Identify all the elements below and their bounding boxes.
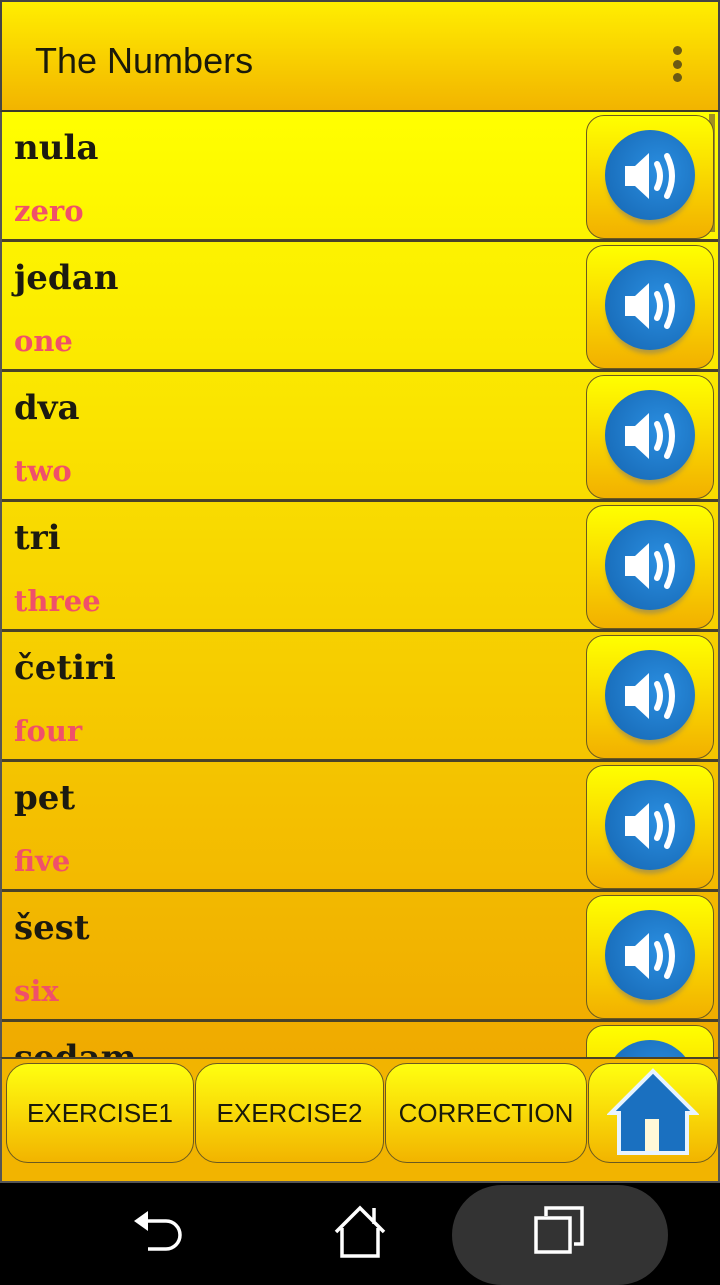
play-audio-button[interactable] — [586, 115, 714, 239]
english-translation: one — [14, 324, 73, 358]
list-item[interactable]: četiri four — [2, 632, 718, 762]
correction-button[interactable]: CORRECTION — [385, 1063, 587, 1163]
home-outline-icon — [334, 1205, 386, 1258]
speaker-icon — [625, 413, 675, 459]
croatian-word: pet — [14, 778, 76, 818]
speaker-icon — [625, 933, 675, 979]
list-item[interactable]: tri three — [2, 502, 718, 632]
english-translation: four — [14, 714, 83, 748]
list-item[interactable]: sedam — [2, 1022, 718, 1057]
list-item[interactable]: jedan one — [2, 242, 718, 372]
croatian-word: tri — [14, 518, 61, 558]
english-translation: two — [14, 454, 72, 488]
home-icon — [607, 1068, 699, 1155]
play-audio-button[interactable] — [586, 375, 714, 499]
bottom-toolbar: EXERCISE1 EXERCISE2 CORRECTION — [0, 1057, 720, 1183]
play-audio-button[interactable] — [586, 505, 714, 629]
speaker-icon — [625, 543, 675, 589]
list-item[interactable]: pet five — [2, 762, 718, 892]
play-audio-button[interactable] — [586, 245, 714, 369]
croatian-word: sedam — [14, 1038, 137, 1057]
recents-icon — [534, 1205, 584, 1254]
app-bar: The Numbers — [0, 0, 720, 112]
list-item[interactable]: šest six — [2, 892, 718, 1022]
home-nav-button[interactable] — [320, 1183, 400, 1280]
english-translation: six — [14, 974, 59, 1008]
croatian-word: dva — [14, 388, 80, 428]
english-translation: zero — [14, 194, 84, 228]
list-item[interactable]: nula zero — [2, 112, 718, 242]
page-title: The Numbers — [35, 40, 254, 81]
speaker-icon — [605, 1046, 695, 1057]
croatian-word: šest — [14, 908, 90, 948]
overflow-menu-icon[interactable] — [672, 46, 682, 82]
speaker-icon — [625, 803, 675, 849]
system-nav-bar — [0, 1183, 720, 1285]
home-button[interactable] — [588, 1063, 718, 1163]
english-translation: five — [14, 844, 71, 878]
play-audio-button[interactable] — [586, 1025, 714, 1057]
word-list[interactable]: nula zero jedan one dva two tri three če… — [0, 112, 720, 1057]
speaker-icon — [625, 153, 675, 199]
speaker-icon — [625, 283, 675, 329]
play-audio-button[interactable] — [586, 765, 714, 889]
croatian-word: nula — [14, 128, 99, 168]
croatian-word: jedan — [14, 258, 119, 298]
exercise1-button[interactable]: EXERCISE1 — [6, 1063, 194, 1163]
list-item[interactable]: dva two — [2, 372, 718, 502]
play-audio-button[interactable] — [586, 635, 714, 759]
exercise2-button[interactable]: EXERCISE2 — [195, 1063, 384, 1163]
back-button[interactable] — [120, 1183, 200, 1280]
english-translation: three — [14, 584, 101, 618]
play-audio-button[interactable] — [586, 895, 714, 1019]
speaker-icon — [625, 673, 675, 719]
croatian-word: četiri — [14, 648, 116, 688]
recents-button[interactable] — [520, 1183, 600, 1280]
back-icon — [134, 1210, 182, 1251]
